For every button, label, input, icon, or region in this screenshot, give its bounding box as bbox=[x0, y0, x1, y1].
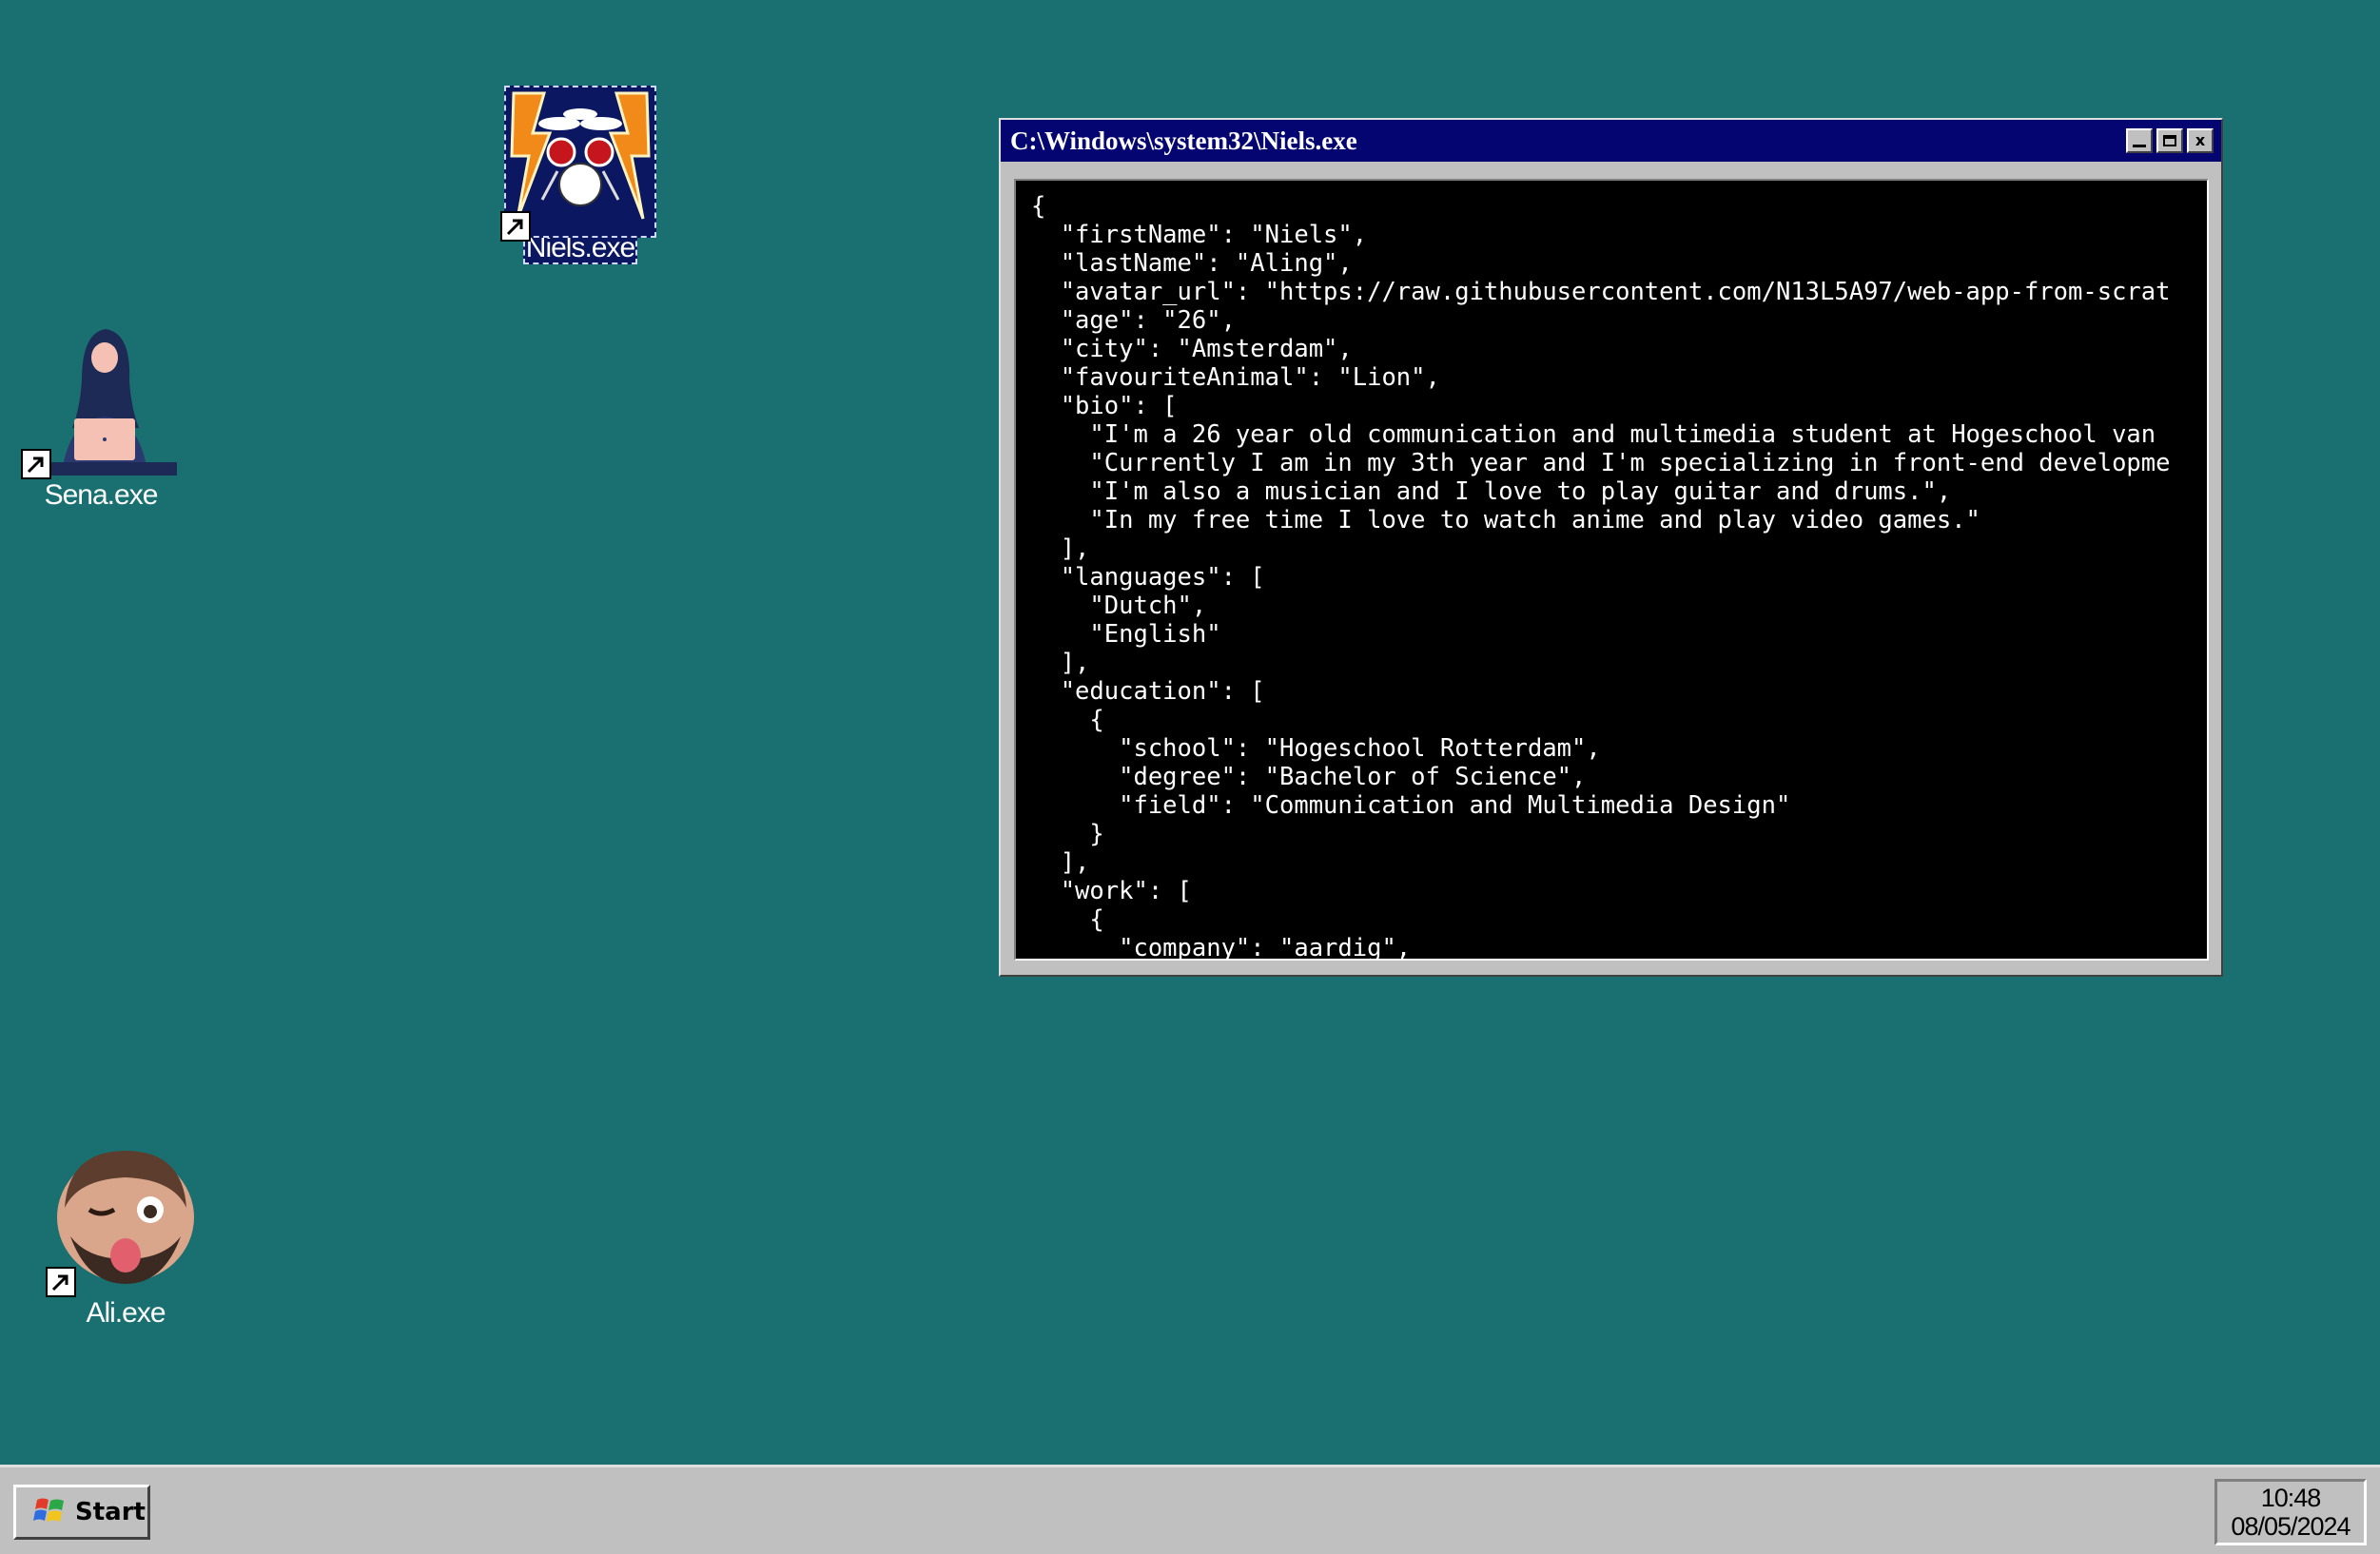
desktop-icon-sena[interactable]: Sena.exe bbox=[15, 323, 186, 512]
shortcut-arrow-icon bbox=[46, 1267, 76, 1297]
close-button[interactable]: x bbox=[2187, 128, 2214, 153]
clock-time: 10:48 bbox=[2260, 1484, 2322, 1512]
console-output[interactable]: { "firstName": "Niels", "lastName": "Ali… bbox=[1014, 179, 2209, 961]
window-controls: x bbox=[2126, 128, 2214, 153]
window-title: C:\Windows\system32\Niels.exe bbox=[1010, 126, 1357, 155]
windows-logo-icon bbox=[33, 1496, 68, 1529]
shortcut-arrow-icon bbox=[500, 211, 531, 242]
drum-kit-icon bbox=[500, 86, 656, 242]
desktop-icon-niels[interactable]: Niels.exe bbox=[500, 86, 656, 264]
console-window: C:\Windows\system32\Niels.exe x { "first… bbox=[999, 118, 2223, 977]
window-titlebar[interactable]: C:\Windows\system32\Niels.exe x bbox=[1001, 120, 2221, 162]
maximize-button[interactable] bbox=[2156, 128, 2183, 153]
start-label: Start bbox=[75, 1498, 146, 1526]
person-laptop-icon bbox=[15, 323, 186, 491]
start-button[interactable]: Start bbox=[13, 1485, 150, 1540]
minimize-icon bbox=[2133, 144, 2146, 147]
clock-date: 08/05/2024 bbox=[2231, 1512, 2351, 1541]
maximize-icon bbox=[2163, 135, 2176, 146]
desktop-icon-ali[interactable]: Ali.exe bbox=[46, 1141, 202, 1330]
taskbar-clock[interactable]: 10:48 08/05/2024 bbox=[2214, 1479, 2367, 1545]
taskbar: Start 10:48 08/05/2024 bbox=[0, 1465, 2380, 1554]
desktop-icon-label: Ali.exe bbox=[86, 1297, 166, 1329]
shortcut-arrow-icon bbox=[21, 449, 51, 479]
close-icon: x bbox=[2195, 131, 2206, 149]
winking-face-icon bbox=[46, 1141, 202, 1297]
console-text: { "firstName": "Niels", "lastName": "Ali… bbox=[1031, 192, 2171, 961]
desktop-icon-label: Sena.exe bbox=[44, 479, 159, 511]
minimize-button[interactable] bbox=[2126, 128, 2153, 153]
